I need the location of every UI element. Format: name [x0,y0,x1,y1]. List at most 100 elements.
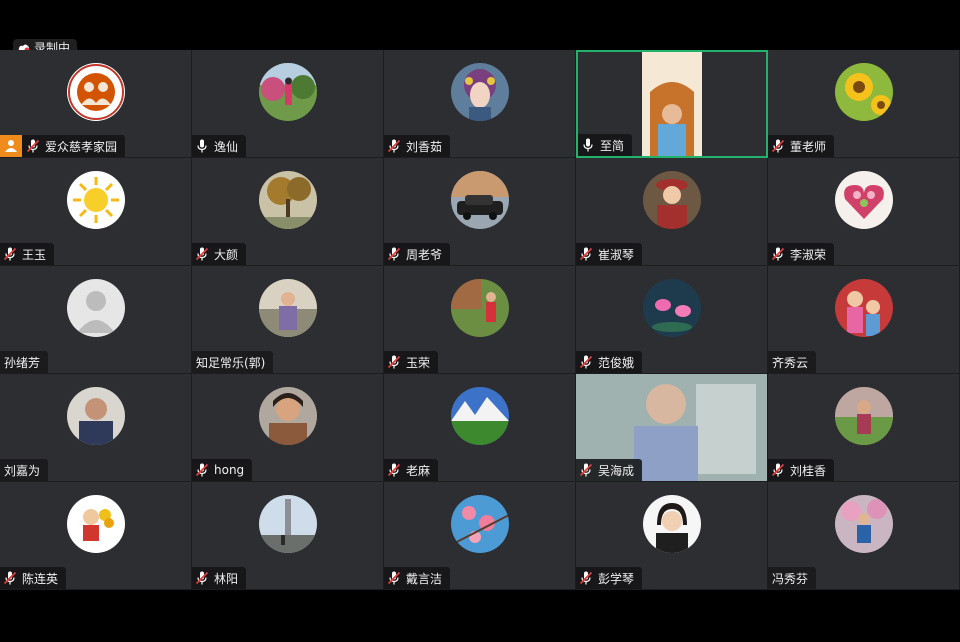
participant-name: 董老师 [790,139,827,154]
microphone-muted-icon[interactable] [580,247,592,261]
participant-namebar: 刘桂香 [768,459,835,481]
participant-namebar: 逸仙 [192,135,247,157]
participant-namebar: 崔淑琴 [576,243,643,265]
avatar [642,495,701,553]
microphone-muted-icon[interactable] [580,355,592,369]
microphone-muted-icon[interactable] [388,139,400,153]
avatar [258,171,317,229]
participant-name: 至简 [600,138,625,153]
microphone-muted-icon[interactable] [388,463,400,477]
microphone-muted-icon[interactable] [772,463,784,477]
participant-name: 王玉 [22,247,47,262]
participant-tile[interactable]: hong [192,374,384,482]
participant-name: 刘桂香 [790,463,827,478]
participant-namebar: 李淑荣 [768,243,835,265]
microphone-muted-icon[interactable] [772,247,784,261]
participant-tile[interactable]: 老麻 [384,374,576,482]
microphone-muted-icon[interactable] [580,463,592,477]
microphone-muted-icon[interactable] [27,139,39,153]
avatar [834,387,893,445]
participant-tile[interactable]: 刘桂香 [768,374,960,482]
participant-namebar: 陈连英 [0,567,67,589]
microphone-muted-icon[interactable] [196,247,208,261]
participant-tile[interactable]: 至简 [576,50,768,158]
avatar [66,63,125,121]
avatar [642,279,701,337]
participant-name: 吴海成 [598,463,635,478]
participant-namebar: 孙绪芳 [0,351,49,373]
participant-namebar: 爱众慈孝家园 [0,135,126,157]
participant-tile[interactable]: 范俊娥 [576,266,768,374]
microphone-muted-icon[interactable] [388,355,400,369]
avatar [66,279,125,337]
participant-name: 老麻 [406,463,431,478]
microphone-muted-icon[interactable] [388,571,400,585]
participant-tile[interactable]: 爱众慈孝家园 [0,50,192,158]
microphone-muted-icon[interactable] [772,139,784,153]
participant-tile[interactable]: 玉荣 [384,266,576,374]
avatar [450,171,509,229]
participant-tile[interactable]: 刘香茹 [384,50,576,158]
participant-name: 李淑荣 [790,247,827,262]
microphone-muted-icon[interactable] [4,571,16,585]
participant-namebar: 范俊娥 [576,351,643,373]
avatar [834,279,893,337]
participant-namebar: 至简 [578,134,633,156]
participant-tile[interactable]: 王玉 [0,158,192,266]
avatar [834,495,893,553]
host-person-icon[interactable] [0,135,22,157]
participant-namebar: 刘香茹 [384,135,451,157]
avatar [258,279,317,337]
participant-name: 爱众慈孝家园 [45,139,118,154]
microphone-icon[interactable] [196,139,208,153]
participant-tile[interactable]: 知足常乐(郭) [192,266,384,374]
participant-name: 孙绪芳 [4,355,41,370]
avatar [450,63,509,121]
participant-name: 陈连英 [22,571,59,586]
participant-namebar: 老麻 [384,459,439,481]
participant-tile[interactable]: 李淑荣 [768,158,960,266]
participant-namebar: 大颜 [192,243,247,265]
participant-namebar: 戴言洁 [384,567,451,589]
participant-name: 周老爷 [406,247,443,262]
microphone-muted-icon[interactable] [388,247,400,261]
avatar [66,495,125,553]
participant-tile[interactable]: 戴言洁 [384,482,576,590]
microphone-muted-icon[interactable] [4,247,16,261]
participant-namebar: 周老爷 [384,243,451,265]
avatar [450,387,509,445]
participant-name: 冯秀芬 [772,571,809,586]
participant-tile[interactable]: 崔淑琴 [576,158,768,266]
avatar [258,387,317,445]
participant-tile[interactable]: 林阳 [192,482,384,590]
avatar [834,63,893,121]
microphone-muted-icon[interactable] [196,571,208,585]
participant-tile[interactable]: 齐秀云 [768,266,960,374]
participant-tile[interactable]: 逸仙 [192,50,384,158]
participant-namebar: 知足常乐(郭) [192,351,274,373]
participant-tile[interactable]: 董老师 [768,50,960,158]
avatar [642,171,701,229]
participant-tile[interactable]: 吴海成 [576,374,768,482]
participant-grid: 爱众慈孝家园 逸仙 刘香茹 至简 董老师王玉 大颜 周老爷 崔淑琴 李淑荣孙绪芳 知足常乐(郭) 玉… [0,50,960,590]
avatar [66,171,125,229]
participant-tile[interactable]: 周老爷 [384,158,576,266]
avatar [450,279,509,337]
participant-name: 林阳 [214,571,239,586]
participant-tile[interactable]: 刘嘉为 [0,374,192,482]
participant-tile[interactable]: 陈连英 [0,482,192,590]
participant-name: hong [214,463,245,477]
avatar [834,171,893,229]
microphone-muted-icon[interactable] [196,463,208,477]
participant-tile[interactable]: 孙绪芳 [0,266,192,374]
participant-tile[interactable]: 大颜 [192,158,384,266]
participant-namebar: 玉荣 [384,351,439,373]
participant-name: 刘嘉为 [4,463,41,478]
participant-name: 彭学琴 [598,571,635,586]
participant-tile[interactable]: 彭学琴 [576,482,768,590]
microphone-icon[interactable] [582,138,594,152]
participant-name: 逸仙 [214,139,239,154]
microphone-muted-icon[interactable] [580,571,592,585]
avatar [258,495,317,553]
participant-tile[interactable]: 冯秀芬 [768,482,960,590]
